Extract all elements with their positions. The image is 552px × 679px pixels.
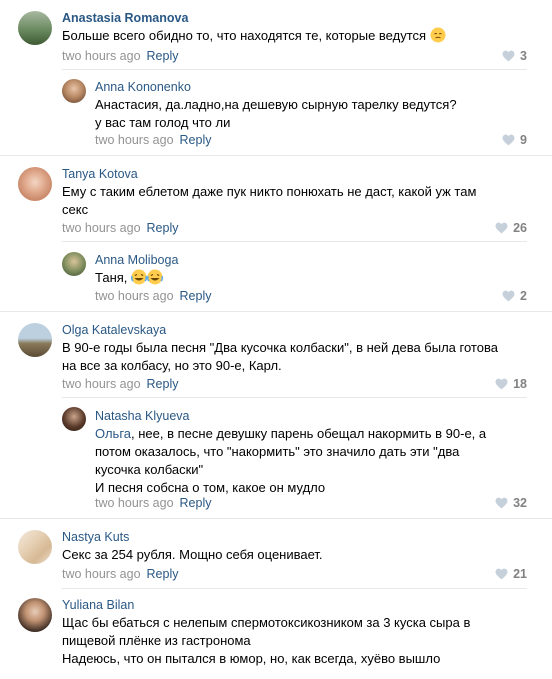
avatar[interactable] — [18, 323, 52, 357]
divider — [62, 241, 527, 242]
like-button[interactable]: 2 — [502, 289, 527, 303]
reply-button[interactable]: Reply — [147, 377, 179, 391]
heart-icon — [495, 222, 508, 234]
like-count: 2 — [520, 289, 527, 303]
divider — [0, 311, 552, 312]
comment-text: Ольга, нее, в песне девушку парень обеща… — [95, 425, 486, 497]
comment-author[interactable]: Natasha Klyueva — [95, 409, 190, 423]
comment-text: Ему с таким еблетом даже пук никто понюх… — [62, 184, 477, 217]
comment-time[interactable]: two hours ago — [62, 49, 141, 63]
avatar[interactable] — [18, 598, 52, 632]
like-count: 9 — [520, 133, 527, 147]
heart-icon — [495, 378, 508, 390]
comment-meta: two hours ago Reply — [62, 221, 179, 235]
heart-icon — [495, 568, 508, 580]
avatar[interactable] — [18, 11, 52, 45]
comment-text: В 90-е годы была песня "Два кусочка колб… — [62, 340, 498, 373]
avatar[interactable] — [18, 167, 52, 201]
heart-icon — [502, 134, 515, 146]
like-count: 18 — [513, 377, 527, 391]
avatar[interactable] — [62, 252, 86, 276]
comment-author[interactable]: Anna Moliboga — [95, 253, 178, 267]
divider — [62, 69, 527, 70]
divider — [62, 588, 527, 589]
reply-button[interactable]: Reply — [147, 221, 179, 235]
reply-button[interactable]: Reply — [180, 289, 212, 303]
heart-icon — [502, 290, 515, 302]
like-button[interactable]: 26 — [495, 221, 527, 235]
heart-icon — [502, 50, 515, 62]
comment-time[interactable]: two hours ago — [95, 289, 174, 303]
comment-text-body: Таня, — [95, 270, 128, 285]
comment-author[interactable]: Anna Kononenko — [95, 80, 191, 94]
like-count: 3 — [520, 49, 527, 63]
comment-author[interactable]: Anastasia Romanova — [62, 11, 188, 25]
comment-meta: two hours ago Reply — [95, 496, 212, 510]
laughing-emoji-icon — [130, 269, 148, 290]
like-button[interactable]: 18 — [495, 377, 527, 391]
comment-author[interactable]: Yuliana Bilan — [62, 598, 134, 612]
avatar[interactable] — [18, 530, 52, 564]
like-count: 32 — [513, 496, 527, 510]
comment-time[interactable]: two hours ago — [62, 567, 141, 581]
comment-meta: two hours ago Reply — [62, 567, 179, 581]
reply-button[interactable]: Reply — [147, 567, 179, 581]
comment-author[interactable]: Olga Katalevskaya — [62, 323, 166, 337]
comment-author[interactable]: Nastya Kuts — [62, 530, 129, 544]
comment-author[interactable]: Tanya Kotova — [62, 167, 138, 181]
comment-text: Анастасия, да.ладно,на дешевую сырную та… — [95, 97, 457, 130]
comment-time[interactable]: two hours ago — [95, 496, 174, 510]
comment-meta: two hours ago Reply — [95, 133, 212, 147]
like-count: 21 — [513, 567, 527, 581]
divider — [62, 397, 527, 398]
like-button[interactable]: 3 — [502, 49, 527, 63]
like-button[interactable]: 9 — [502, 133, 527, 147]
avatar[interactable] — [62, 407, 86, 431]
reply-button[interactable]: Reply — [147, 49, 179, 63]
divider — [0, 155, 552, 156]
comment-meta: two hours ago Reply — [62, 377, 179, 391]
reply-button[interactable]: Reply — [180, 496, 212, 510]
mention-link[interactable]: Ольга — [95, 426, 131, 441]
comment-meta: two hours ago Reply — [62, 49, 179, 63]
laughing-emoji-icon — [146, 269, 164, 290]
comment-text-body: Больше всего обидно то, что находятся те… — [62, 28, 427, 43]
comment-text: Щас бы ебаться с нелепым спермотоксикозн… — [62, 615, 471, 666]
comment-time[interactable]: two hours ago — [62, 221, 141, 235]
divider — [0, 518, 552, 519]
comment-text: Таня, — [95, 269, 164, 290]
comment-text: Секс за 254 рубля. Мощно себя оценивает. — [62, 547, 323, 562]
comment-time[interactable]: two hours ago — [95, 133, 174, 147]
heart-icon — [495, 497, 508, 509]
comment-text-body: , нее, в песне девушку парень обещал нак… — [95, 426, 487, 495]
reply-button[interactable]: Reply — [180, 133, 212, 147]
avatar[interactable] — [62, 79, 86, 103]
sad-emoji-icon — [430, 27, 446, 48]
like-count: 26 — [513, 221, 527, 235]
comment-meta: two hours ago Reply — [95, 289, 212, 303]
like-button[interactable]: 32 — [495, 496, 527, 510]
like-button[interactable]: 21 — [495, 567, 527, 581]
comment-time[interactable]: two hours ago — [62, 377, 141, 391]
comment-text: Больше всего обидно то, что находятся те… — [62, 27, 446, 48]
